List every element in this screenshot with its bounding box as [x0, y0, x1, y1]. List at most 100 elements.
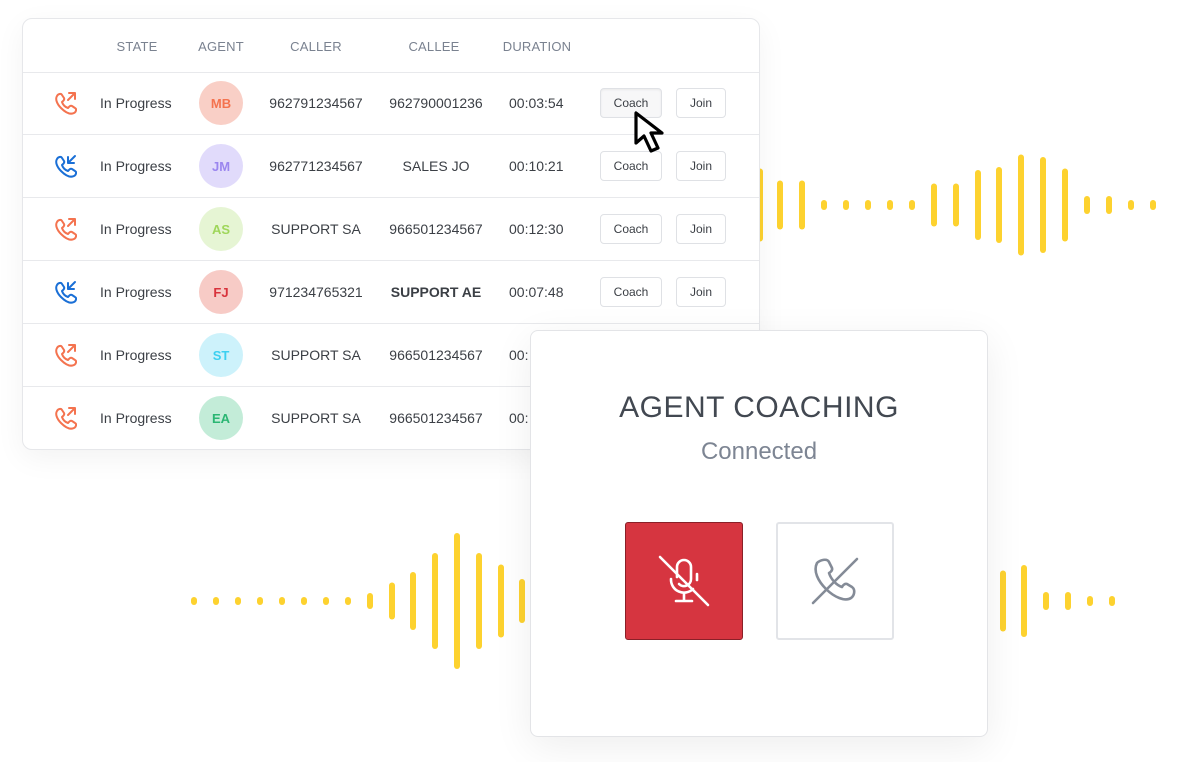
- phone-off-icon: [811, 557, 859, 605]
- dialog-title: AGENT COACHING: [619, 391, 899, 424]
- wave-bar: [432, 553, 438, 649]
- call-state: In Progress: [100, 158, 172, 174]
- wave-bar: [389, 582, 395, 620]
- duration: 00:: [509, 347, 529, 363]
- agent-avatar: ST: [199, 333, 243, 377]
- wave-bar: [777, 180, 783, 230]
- join-button[interactable]: Join: [676, 88, 726, 118]
- mouse-cursor-icon: [634, 111, 664, 153]
- outgoing-call-icon: [55, 407, 77, 430]
- wave-bar: [519, 579, 525, 623]
- callee: SUPPORT AE: [390, 284, 482, 300]
- outgoing-call-icon: [55, 92, 77, 115]
- wave-bar: [931, 183, 937, 227]
- duration: 00:: [509, 410, 529, 426]
- callee: SALES JO: [402, 158, 470, 174]
- coach-button[interactable]: Coach: [600, 214, 662, 244]
- table-row: In Progress FJ 971234765321 SUPPORT AE 00:07…: [23, 261, 759, 324]
- agent-initials: EA: [211, 410, 231, 426]
- incoming-call-icon: [55, 155, 77, 178]
- agent-avatar: EA: [199, 396, 243, 440]
- join-button[interactable]: Join: [676, 151, 726, 181]
- wave-bar: [345, 597, 351, 605]
- agent-initials: AS: [211, 221, 231, 237]
- callee: 962790001236: [389, 95, 483, 111]
- join-button[interactable]: Join: [676, 277, 726, 307]
- header-duration: DURATION: [502, 39, 572, 54]
- wave-bar: [953, 183, 959, 227]
- wave-bar: [1000, 570, 1006, 632]
- caller: 962771234567: [269, 158, 363, 174]
- duration: 00:07:48: [509, 284, 564, 300]
- outgoing-call-icon: [55, 218, 77, 241]
- caller: 971234765321: [269, 284, 363, 300]
- agent-initials: FJ: [213, 284, 229, 300]
- agent-initials: MB: [210, 95, 232, 111]
- wave-bar: [1062, 168, 1068, 242]
- wave-bar: [323, 597, 329, 605]
- wave-bar: [843, 200, 849, 210]
- agent-avatar: MB: [199, 81, 243, 125]
- header-caller: CALLER: [290, 39, 342, 54]
- wave-bar: [1084, 196, 1090, 214]
- incoming-call-icon: [55, 281, 77, 304]
- table-header: STATE AGENT CALLER CALLEE DURATION: [23, 19, 759, 73]
- wave-bar: [1106, 196, 1112, 214]
- mute-button[interactable]: [625, 522, 743, 640]
- wave-bar: [410, 572, 416, 630]
- wave-bar: [1018, 154, 1024, 256]
- agent-avatar: FJ: [199, 270, 243, 314]
- caller: SUPPORT SA: [271, 410, 361, 426]
- outgoing-call-icon: [55, 344, 77, 367]
- wave-bar: [257, 597, 263, 605]
- mic-off-icon: [658, 555, 710, 607]
- caller: 962791234567: [269, 95, 363, 111]
- wave-bar: [476, 553, 482, 649]
- wave-bar: [1065, 592, 1071, 610]
- callee: 966501234567: [389, 410, 483, 426]
- wave-bar: [865, 200, 871, 210]
- join-button[interactable]: Join: [676, 214, 726, 244]
- wave-bar: [799, 180, 805, 230]
- wave-bar: [279, 597, 285, 605]
- wave-bar: [454, 533, 460, 669]
- call-state: In Progress: [100, 221, 172, 237]
- coach-button[interactable]: Coach: [600, 277, 662, 307]
- hang-up-button[interactable]: [776, 522, 894, 640]
- wave-bar: [821, 200, 827, 210]
- wave-bar: [1040, 157, 1046, 253]
- table-row: In Progress AS SUPPORT SA 966501234567 00:12…: [23, 198, 759, 261]
- wave-bar: [1043, 592, 1049, 610]
- header-callee: CALLEE: [408, 39, 460, 54]
- agent-initials: ST: [212, 347, 230, 363]
- callee: 966501234567: [389, 347, 483, 363]
- wave-bar: [213, 597, 219, 605]
- callee: 966501234567: [389, 221, 483, 237]
- call-state: In Progress: [100, 284, 172, 300]
- wave-bar: [1087, 596, 1093, 606]
- connection-status: Connected: [700, 438, 818, 465]
- wave-bar: [1128, 200, 1134, 210]
- duration: 00:12:30: [509, 221, 564, 237]
- duration: 00:03:54: [509, 95, 564, 111]
- wave-bar: [975, 170, 981, 240]
- wave-bar: [301, 597, 307, 605]
- agent-coaching-dialog: AGENT COACHING Connected: [530, 330, 988, 737]
- header-agent: AGENT: [198, 39, 244, 54]
- caller: SUPPORT SA: [271, 221, 361, 237]
- caller: SUPPORT SA: [271, 347, 361, 363]
- wave-bar: [235, 597, 241, 605]
- header-state: STATE: [116, 39, 158, 54]
- agent-initials: JM: [211, 158, 231, 174]
- call-state: In Progress: [100, 410, 172, 426]
- wave-bar: [1150, 200, 1156, 210]
- wave-bar: [909, 200, 915, 210]
- wave-bar: [887, 200, 893, 210]
- wave-bar: [367, 593, 373, 609]
- agent-avatar: AS: [199, 207, 243, 251]
- wave-bar: [996, 167, 1002, 243]
- agent-avatar: JM: [199, 144, 243, 188]
- wave-bar: [1021, 565, 1027, 637]
- wave-bar: [1109, 596, 1115, 606]
- duration: 00:10:21: [509, 158, 564, 174]
